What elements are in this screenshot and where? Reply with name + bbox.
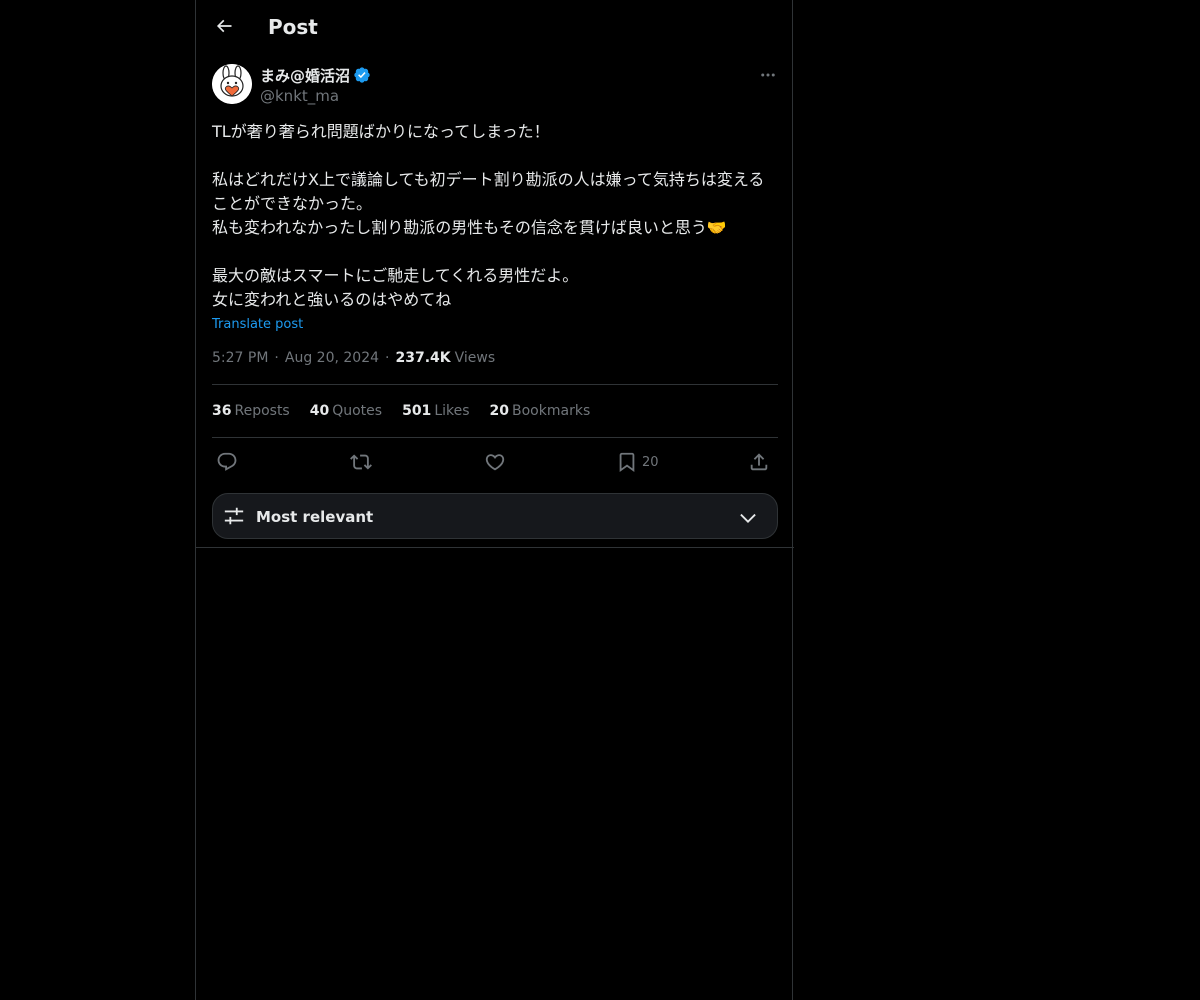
reply-icon	[217, 452, 237, 471]
separator-dot: ·	[274, 350, 279, 366]
author-row: まみ@婚活沼 @knkt_ma	[212, 64, 778, 108]
share-button[interactable]	[748, 448, 770, 476]
author-handle[interactable]: @knkt_ma	[260, 86, 371, 106]
separator-dot: ·	[385, 350, 390, 366]
bookmark-icon	[619, 452, 635, 473]
divider	[212, 437, 778, 438]
display-name-row: まみ@婚活沼	[260, 64, 371, 86]
more-dots-icon	[761, 73, 775, 77]
repost-button[interactable]	[350, 448, 372, 476]
quotes-stat[interactable]: 40 Quotes	[310, 401, 382, 421]
chevron-down-icon	[740, 513, 756, 523]
avatar[interactable]	[212, 64, 252, 104]
post-spacer	[212, 240, 772, 264]
share-icon	[750, 453, 768, 471]
views-count: 237.4K	[395, 350, 451, 366]
author-names[interactable]: まみ@婚活沼 @knkt_ma	[260, 64, 371, 106]
post-date[interactable]: Aug 20, 2024	[285, 348, 379, 368]
repost-icon	[350, 454, 372, 470]
post-spacer	[212, 144, 772, 168]
reposts-stat[interactable]: 36 Reposts	[212, 401, 290, 421]
action-bar: 20	[212, 448, 778, 476]
post-time[interactable]: 5:27 PM	[212, 348, 268, 368]
main-column: Post まみ@婚活沼 @knkt_ma TLが奢り奢られ問題ばかりになってしま…	[195, 0, 794, 1000]
views-label: Views	[454, 350, 496, 366]
verified-badge-icon[interactable]	[353, 66, 371, 84]
post-meta: 5:27 PM · Aug 20, 2024 · 237.4K Views	[212, 348, 495, 368]
likes-stat[interactable]: 501 Likes	[402, 401, 469, 421]
heart-icon	[485, 454, 505, 471]
page-title: Post	[268, 15, 318, 39]
bookmark-button[interactable]: 20	[616, 448, 659, 476]
translate-post-link[interactable]: Translate post	[212, 316, 303, 334]
post-paragraph: TLが奢り奢られ問題ばかりになってしまった！	[212, 122, 550, 141]
engagement-stats: 36 Reposts 40 Quotes 501 Likes 20 Bookmarks	[212, 401, 610, 421]
bookmark-count: 20	[642, 454, 659, 470]
filter-sliders-icon	[224, 507, 244, 525]
like-button[interactable]	[484, 448, 506, 476]
cartoon-rabbit-heart-avatar	[212, 64, 252, 104]
post-header: Post	[196, 0, 794, 54]
sort-label: Most relevant	[256, 508, 374, 526]
post-paragraph: 私はどれだけX上で議論しても初デート割り勘派の人は嫌って気持ちは変えることができ…	[212, 170, 765, 237]
back-button[interactable]	[206, 8, 242, 44]
arrow-left-icon	[216, 19, 232, 33]
post-paragraph: 最大の敵はスマートにご馳走してくれる男性だよ。 女に変われと強いるのはやめてね	[212, 266, 579, 309]
post-text: TLが奢り奢られ問題ばかりになってしまった！ 私はどれだけX上で議論しても初デー…	[212, 120, 772, 312]
reply-button[interactable]	[216, 448, 238, 476]
post-article: まみ@婚活沼 @knkt_ma TLが奢り奢られ問題ばかりになってしまった！ 私…	[212, 64, 778, 334]
divider	[212, 384, 778, 385]
display-name[interactable]: まみ@婚活沼	[260, 65, 350, 86]
reply-sort-dropdown[interactable]: Most relevant	[212, 493, 778, 539]
more-options-button[interactable]	[758, 64, 778, 86]
divider	[196, 547, 794, 548]
bookmarks-stat[interactable]: 20 Bookmarks	[490, 401, 591, 421]
